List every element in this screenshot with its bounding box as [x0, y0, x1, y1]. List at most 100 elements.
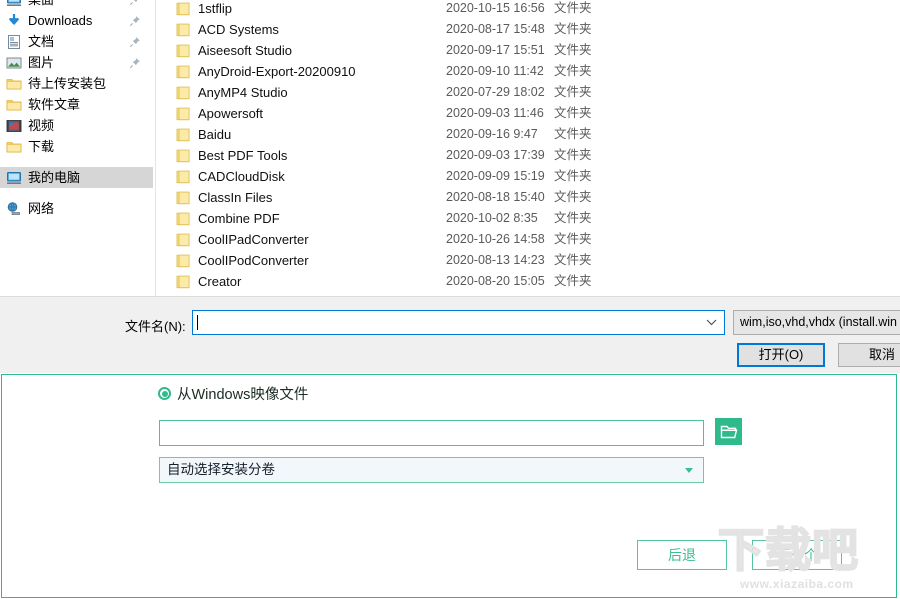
file-name-cell: AnyMP4 Studio — [198, 85, 288, 100]
browse-folder-button[interactable] — [715, 418, 742, 445]
folder-icon — [176, 212, 191, 226]
file-name-cell: 1stflip — [198, 1, 232, 16]
filename-input[interactable] — [193, 311, 698, 334]
sidebar-item-label: Downloads — [28, 13, 93, 28]
sidebar-item-8[interactable]: 我的电脑 — [0, 167, 153, 188]
screen-root: 桌面 Downloads 文档图片待上传安装包软件文章视频下载我的电脑网络 1stf… — [0, 0, 900, 599]
sidebar-item-label: 视频 — [28, 118, 55, 133]
computer-icon — [7, 171, 21, 184]
volume-select[interactable]: 自动选择安装分卷 — [159, 457, 704, 483]
pin-icon[interactable] — [129, 0, 141, 6]
file-type-cell: 文件夹 — [554, 127, 592, 141]
table-row[interactable]: AnyDroid-Export-20200910 2020-09-10 11:42… — [156, 61, 900, 82]
navigation-pane[interactable]: 桌面 Downloads 文档图片待上传安装包软件文章视频下载我的电脑网络 — [0, 0, 155, 296]
file-date-cell: 2020-10-02 8:35 — [446, 211, 538, 225]
table-row[interactable]: ClassIn Files 2020-08-18 15:40 文件夹 — [156, 187, 900, 208]
pin-icon[interactable] — [129, 15, 141, 27]
filetype-combobox[interactable]: wim,iso,vhd,vhdx (install.win — [733, 310, 900, 335]
pin-icon[interactable] — [129, 0, 141, 6]
folder-icon — [176, 128, 191, 142]
folder-icon — [6, 139, 22, 155]
file-name-cell: Baidu — [198, 127, 232, 142]
file-date-cell: 2020-10-26 14:58 — [446, 232, 545, 246]
table-row[interactable]: Aiseesoft Studio 2020-09-17 15:51 文件夹 — [156, 40, 900, 61]
back-button[interactable]: 后退 — [637, 540, 727, 570]
open-button[interactable]: 打开(O) — [737, 343, 825, 367]
table-row[interactable]: 1stflip 2020-10-15 16:56 文件夹 — [156, 0, 900, 19]
sidebar-item-3[interactable]: 图片 — [0, 52, 153, 73]
radio-button-icon[interactable] — [158, 387, 171, 400]
folder-icon — [176, 23, 191, 37]
table-row[interactable]: ACD Systems 2020-08-17 15:48 文件夹 — [156, 19, 900, 40]
folder-icon — [176, 65, 191, 79]
file-name-cell: CADCloudDisk — [198, 169, 285, 184]
file-list[interactable]: 1stflip 2020-10-15 16:56 文件夹 ACD Systems 202… — [156, 0, 900, 296]
sidebar-item-5[interactable]: 软件文章 — [0, 94, 153, 115]
file-type-cell: 文件夹 — [554, 274, 592, 288]
folder-icon — [176, 149, 191, 163]
pin-icon[interactable] — [129, 36, 141, 48]
sidebar-item-label: 文档 — [28, 34, 55, 49]
folder-icon — [6, 78, 22, 89]
pin-icon[interactable] — [129, 15, 141, 27]
videos-icon — [6, 118, 22, 134]
pin-icon[interactable] — [129, 57, 141, 69]
file-date-cell: 2020-08-13 14:23 — [446, 253, 545, 267]
desktop-icon — [7, 0, 21, 6]
folder-icon — [176, 191, 190, 204]
filename-combobox[interactable] — [192, 310, 725, 335]
file-name-cell: Best PDF Tools — [198, 148, 288, 163]
sidebar-item-6[interactable]: 视频 — [0, 115, 153, 136]
sidebar-item-0[interactable]: 桌面 — [0, 0, 153, 10]
sidebar-item-1[interactable]: Downloads — [0, 10, 153, 31]
file-type-cell: 文件夹 — [554, 232, 592, 246]
sidebar-item-4[interactable]: 待上传安装包 — [0, 73, 153, 94]
downloads-icon — [6, 13, 22, 29]
table-row[interactable]: CoolIPodConverter 2020-08-13 14:23 文件夹 — [156, 250, 900, 271]
table-row[interactable]: Creator 2020-08-20 15:05 文件夹 — [156, 271, 900, 292]
file-type-cell: 文件夹 — [554, 253, 592, 267]
file-date-cell: 2020-09-03 17:39 — [446, 148, 545, 162]
pin-icon[interactable] — [129, 57, 141, 69]
table-row[interactable]: Apowersoft 2020-09-03 11:46 文件夹 — [156, 103, 900, 124]
file-name-cell: AnyDroid-Export-20200910 — [198, 64, 356, 79]
sidebar-item-7[interactable]: 下载 — [0, 136, 153, 157]
file-date-cell: 2020-10-15 16:56 — [446, 1, 545, 15]
table-row[interactable]: CADCloudDisk 2020-09-09 15:19 文件夹 — [156, 166, 900, 187]
next-button[interactable]: 下一个 — [752, 540, 842, 570]
sidebar-item-label: 网络 — [28, 201, 55, 216]
volume-select-value: 自动选择安装分卷 — [167, 462, 275, 477]
pin-icon[interactable] — [129, 36, 141, 48]
chevron-down-icon[interactable] — [698, 311, 724, 334]
file-open-dialog: 桌面 Downloads 文档图片待上传安装包软件文章视频下载我的电脑网络 1stf… — [0, 0, 900, 373]
file-date-cell: 2020-09-17 15:51 — [446, 43, 545, 57]
file-type-cell: 文件夹 — [554, 1, 592, 15]
file-date-cell: 2020-08-20 15:05 — [446, 274, 545, 288]
file-name-cell: CoolIPodConverter — [198, 253, 309, 268]
folder-icon — [176, 191, 191, 205]
file-date-cell: 2020-07-29 18:02 — [446, 85, 545, 99]
network-icon — [6, 201, 22, 217]
sidebar-item-9[interactable]: 网络 — [0, 198, 153, 219]
image-path-input[interactable] — [159, 420, 704, 446]
chevron-down-icon[interactable] — [685, 468, 693, 473]
source-radio-label: 从Windows映像文件 — [177, 387, 309, 403]
pictures-icon — [6, 55, 22, 71]
source-radio-option[interactable]: 从Windows映像文件 — [158, 383, 308, 404]
file-type-cell: 文件夹 — [554, 22, 592, 36]
table-row[interactable]: Combine PDF 2020-10-02 8:35 文件夹 — [156, 208, 900, 229]
folder-icon — [176, 233, 191, 247]
table-row[interactable]: Best PDF Tools 2020-09-03 17:39 文件夹 — [156, 145, 900, 166]
filename-label: 文件名(N): — [125, 319, 186, 334]
table-row[interactable]: Baidu 2020-09-16 9:47 文件夹 — [156, 124, 900, 145]
cancel-button[interactable]: 取消 — [838, 343, 900, 367]
folder-icon — [176, 107, 191, 121]
folder-icon — [176, 275, 190, 288]
file-date-cell: 2020-09-03 11:46 — [446, 106, 544, 120]
table-row[interactable]: AnyMP4 Studio 2020-07-29 18:02 文件夹 — [156, 82, 900, 103]
file-type-cell: 文件夹 — [554, 64, 592, 78]
sidebar-item-label: 我的电脑 — [28, 170, 81, 185]
sidebar-item-2[interactable]: 文档 — [0, 31, 153, 52]
table-row[interactable]: CoolIPadConverter 2020-10-26 14:58 文件夹 — [156, 229, 900, 250]
sidebar-item-label: 图片 — [28, 55, 55, 70]
